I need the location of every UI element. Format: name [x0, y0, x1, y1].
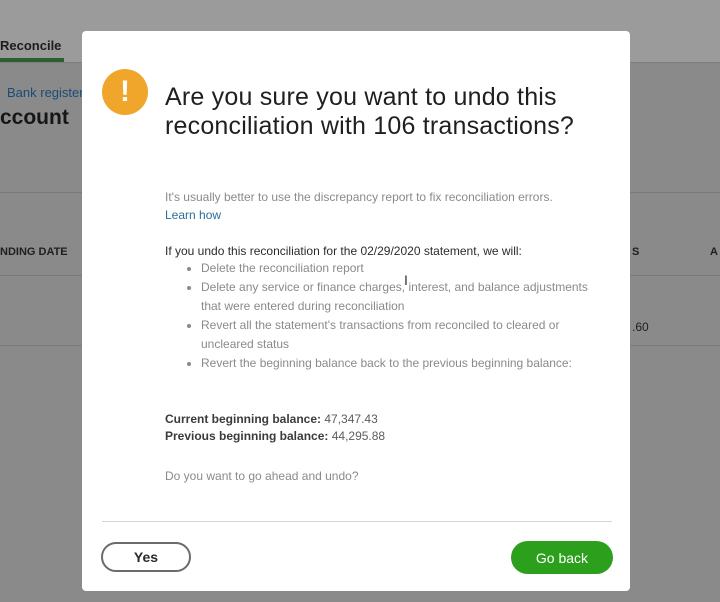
- column-header-a: A: [710, 246, 718, 258]
- undo-lead-text: If you undo this reconciliation for the …: [165, 244, 522, 258]
- previous-balance-value: 44,295.88: [331, 429, 386, 443]
- tab-reconcile[interactable]: Reconcile: [0, 38, 61, 53]
- confirm-question: Do you want to go ahead and undo?: [165, 469, 359, 483]
- warning-icon: !: [102, 69, 148, 115]
- list-item: Delete any service or finance charges, i…: [201, 278, 601, 316]
- breadcrumb-bank-register[interactable]: Bank register: [7, 85, 84, 100]
- note-text: It's usually better to use the discrepan…: [165, 190, 553, 204]
- column-header-ending-date: NDING DATE: [0, 246, 68, 258]
- active-tab-indicator: [0, 58, 64, 62]
- learn-how-link[interactable]: Learn how: [165, 208, 221, 222]
- list-item: Delete the reconciliation report: [201, 259, 601, 278]
- list-item: Revert the beginning balance back to the…: [201, 354, 601, 373]
- current-balance-label: Current beginning balance:: [165, 412, 322, 426]
- go-back-button[interactable]: Go back: [511, 541, 613, 574]
- table-cell: .60: [632, 320, 649, 334]
- column-header-s: S: [632, 246, 640, 258]
- previous-balance-row: Previous beginning balance: 44,295.88: [165, 428, 385, 445]
- discrepancy-note: It's usually better to use the discrepan…: [165, 188, 585, 224]
- list-item: Revert all the statement's transactions …: [201, 316, 601, 354]
- previous-balance-label: Previous beginning balance:: [165, 429, 329, 443]
- balances: Current beginning balance: 47,347.43 Pre…: [165, 411, 385, 445]
- current-balance-row: Current beginning balance: 47,347.43: [165, 411, 385, 428]
- text-cursor-icon: I: [404, 272, 408, 288]
- yes-button[interactable]: Yes: [101, 542, 191, 572]
- dialog-title: Are you sure you want to undo this recon…: [165, 83, 575, 140]
- undo-actions-list: Delete the reconciliation report Delete …: [185, 259, 601, 373]
- current-balance-value: 47,347.43: [324, 412, 378, 426]
- undo-reconciliation-dialog: ! Are you sure you want to undo this rec…: [82, 31, 630, 591]
- page-heading: ccount: [0, 106, 69, 129]
- footer-divider: [102, 521, 612, 522]
